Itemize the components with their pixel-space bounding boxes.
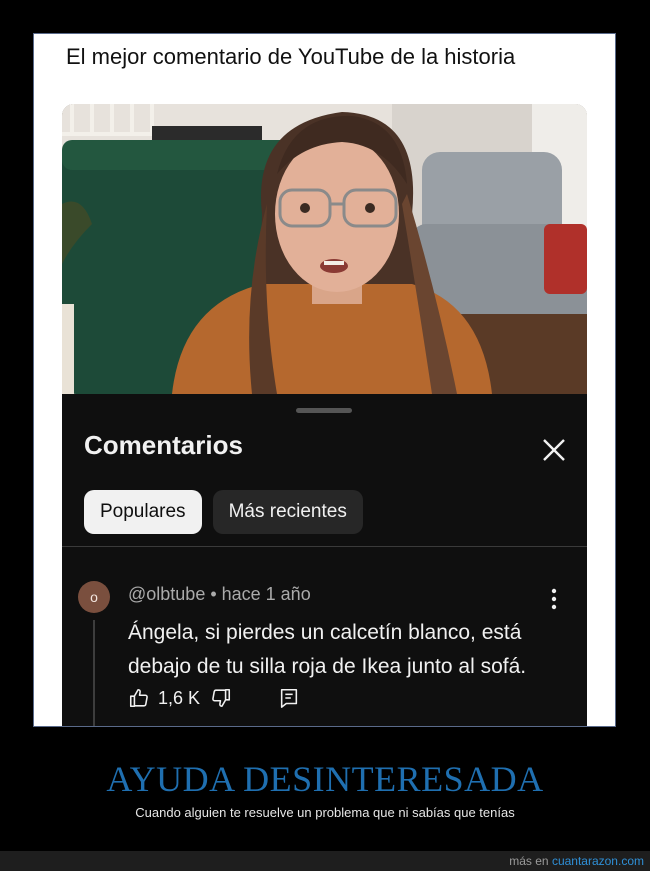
video-still-illustration <box>62 104 587 394</box>
video-frame[interactable] <box>62 104 587 394</box>
site-link[interactable]: cuantarazon.com <box>552 854 644 868</box>
chip-populares[interactable]: Populares <box>84 490 202 534</box>
comment-meta[interactable]: @olbtube • hace 1 año <box>128 584 311 605</box>
comments-sheet: Comentarios Populares Más recientes o @o… <box>62 394 587 726</box>
caption-subline: Cuando alguien te resuelve un problema q… <box>135 805 515 820</box>
close-icon <box>543 439 565 461</box>
comment-text: Ángela, si pierdes un calcetín blanco, e… <box>128 621 527 678</box>
divider <box>62 546 587 547</box>
avatar[interactable]: o <box>78 581 110 613</box>
credit-prefix: más en <box>509 854 549 868</box>
thumb-up-icon[interactable] <box>128 687 150 709</box>
meme-frame: El mejor comentario de YouTube de la his… <box>33 33 616 727</box>
youtube-card: Comentarios Populares Más recientes o @o… <box>62 104 587 726</box>
thread-line <box>93 620 95 726</box>
chip-mas-recientes[interactable]: Más recientes <box>212 490 363 534</box>
like-count: 1,6 K <box>158 687 201 708</box>
comments-title: Comentarios <box>84 430 243 460</box>
avatar-letter: o <box>90 589 98 605</box>
caption-headline: AYUDA DESINTERESADA <box>106 759 544 799</box>
reply-icon[interactable] <box>278 687 300 709</box>
sort-chips: Populares Más recientes <box>84 490 363 534</box>
post-title: El mejor comentario de YouTube de la his… <box>66 44 516 69</box>
drag-handle[interactable] <box>296 408 352 413</box>
close-button[interactable] <box>536 432 572 468</box>
more-button[interactable] <box>546 586 562 612</box>
more-vert-icon <box>551 588 557 610</box>
thumb-down-icon[interactable] <box>210 687 232 709</box>
bottom-bar: más en cuantarazon.com <box>0 851 650 871</box>
site-credit: más en cuantarazon.com <box>509 854 644 868</box>
comment-actions: 1,6 K <box>128 687 300 709</box>
